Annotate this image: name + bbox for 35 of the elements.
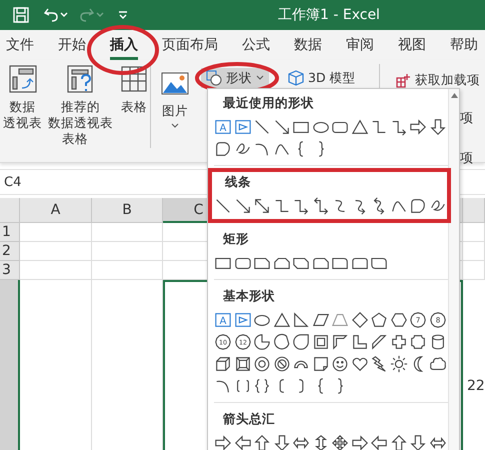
ribbon-tab[interactable]: 文件 [0,33,46,57]
cell-text: 22 [467,378,485,394]
ribbon-tab[interactable]: 页面布局 [150,33,230,57]
numbered-polygon-icon[interactable]: 8 [428,311,446,329]
ribbon-label: 项 [460,150,474,167]
ribbon-button[interactable]: 3D 模型 [283,68,361,88]
row-header[interactable]: 2 [0,242,20,261]
ribbon-button[interactable]: 表格 [116,64,152,131]
ribbon-tab[interactable]: 帮助 [438,33,485,57]
row-header[interactable]: 3 [0,261,20,280]
section-heading: 最近使用的形状 [222,94,314,112]
row-header[interactable]: 1 [0,223,20,242]
ribbon-button[interactable]: 数据 透视表 [0,64,45,131]
text-box-icon[interactable]: A [214,311,232,329]
ribbon-button[interactable]: 图片 [157,68,193,130]
name-box[interactable]: C4 [4,174,22,190]
column-header[interactable]: B [92,198,163,223]
ribbon-button[interactable]: 获取加载项 [390,72,485,89]
ribbon-tab[interactable]: 开始 [46,33,98,57]
section-heading: 箭头总汇 [222,410,275,428]
ribbon-tab[interactable]: 公式 [230,33,282,57]
column-header[interactable]: A [20,198,92,223]
group-label: 表格 [61,131,89,148]
window-title: 工作簿1 - Excel [278,6,380,24]
section-heading: 矩形 [222,230,249,248]
ribbon-tab[interactable]: 数据 [282,33,334,57]
ribbon-tab[interactable]: 视图 [386,33,438,57]
ribbon-label: 项 [460,110,474,127]
ribbon-button[interactable]: 推荐的 数据透视表 [45,64,116,131]
text-box-icon[interactable]: A [214,118,232,136]
section-heading: 基本形状 [222,287,275,305]
section-heading: 线条 [224,173,251,191]
numbered-polygon-icon[interactable]: 7 [409,311,427,329]
ribbon-tab[interactable]: 审阅 [334,33,386,57]
shapes-button[interactable]: 形状 [201,68,269,88]
